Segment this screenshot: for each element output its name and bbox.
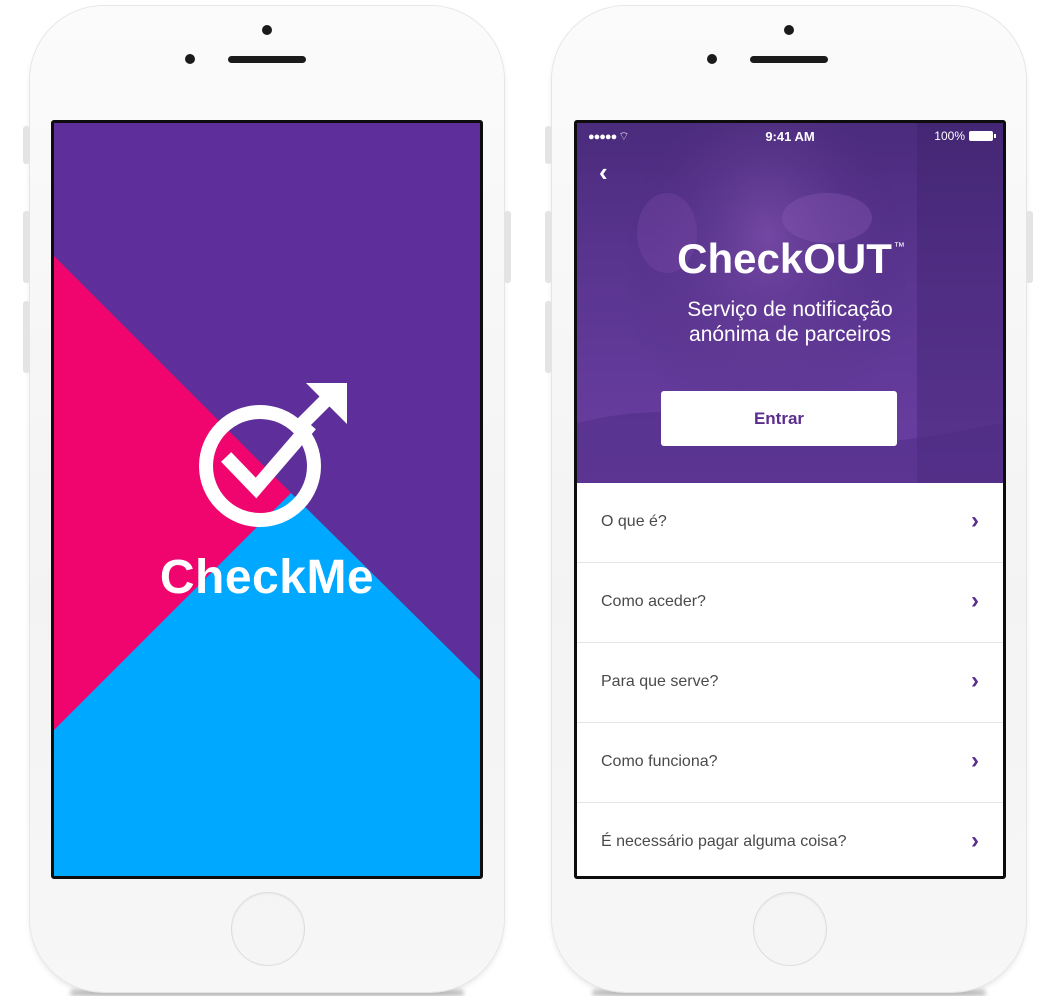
faq-label: O que é? (601, 513, 667, 530)
front-camera (784, 25, 794, 35)
faq-item-cost[interactable]: É necessário pagar alguma coisa? › (577, 803, 1003, 876)
subtitle-line-2: anónima de parceiros (689, 323, 891, 346)
home-button[interactable] (753, 892, 827, 966)
brand-name: CheckMe (159, 551, 375, 604)
back-chevron-icon[interactable]: ‹ (599, 159, 608, 185)
home-button[interactable] (231, 892, 305, 966)
faq-list: O que é? › Como aceder? › Para que serve… (577, 483, 1003, 876)
chevron-right-icon: › (971, 747, 979, 774)
earpiece-speaker (750, 56, 828, 63)
chevron-right-icon: › (971, 667, 979, 694)
power-button (1026, 211, 1033, 283)
battery-status: 100% (934, 129, 996, 143)
checkout-screen: ●●●●● ⌔ 9:41 AM 100% ‹ CheckOUT ™ Serviço… (574, 120, 1006, 879)
status-bar: ●●●●● ⌔ 9:41 AM 100% (577, 129, 1003, 145)
faq-label: Como funciona? (601, 753, 718, 770)
splash-screen: CheckMe (51, 120, 483, 879)
front-camera (262, 25, 272, 35)
mute-switch (23, 126, 30, 164)
volume-up-button (545, 211, 552, 283)
chevron-right-icon: › (971, 587, 979, 614)
sensor (185, 54, 195, 64)
sensor (707, 54, 717, 64)
faq-item-access[interactable]: Como aceder? › (577, 563, 1003, 643)
faq-item-how[interactable]: Como funciona? › (577, 723, 1003, 803)
page-title: CheckOUT ™ (577, 235, 1003, 283)
phone-frame-right: ●●●●● ⌔ 9:41 AM 100% ‹ CheckOUT ™ Serviço… (545, 6, 1033, 992)
faq-item-purpose[interactable]: Para que serve? › (577, 643, 1003, 723)
hero-banner: ●●●●● ⌔ 9:41 AM 100% ‹ CheckOUT ™ Serviço… (577, 123, 1003, 483)
title-text: CheckOUT (677, 235, 892, 282)
trademark-mark: ™ (893, 241, 905, 253)
page-subtitle: Serviço de notificação anónima de parcei… (577, 297, 1003, 347)
faq-item-what[interactable]: O que é? › (577, 483, 1003, 563)
faq-label: É necessário pagar alguma coisa? (601, 833, 847, 850)
volume-down-button (545, 301, 552, 373)
faq-label: Para que serve? (601, 673, 719, 690)
subtitle-line-1: Serviço de notificação (687, 298, 893, 321)
enter-button[interactable]: Entrar (661, 391, 897, 446)
chevron-right-icon: › (971, 507, 979, 534)
earpiece-speaker (228, 56, 306, 63)
battery-percent: 100% (934, 129, 965, 143)
volume-up-button (23, 211, 30, 283)
volume-down-button (23, 301, 30, 373)
faq-label: Como aceder? (601, 593, 706, 610)
power-button (504, 211, 511, 283)
mute-switch (545, 126, 552, 164)
chevron-right-icon: › (971, 827, 979, 854)
checkmark-male-symbol-icon (199, 383, 347, 527)
phone-frame-left: CheckMe (23, 6, 511, 992)
battery-icon (969, 131, 996, 141)
